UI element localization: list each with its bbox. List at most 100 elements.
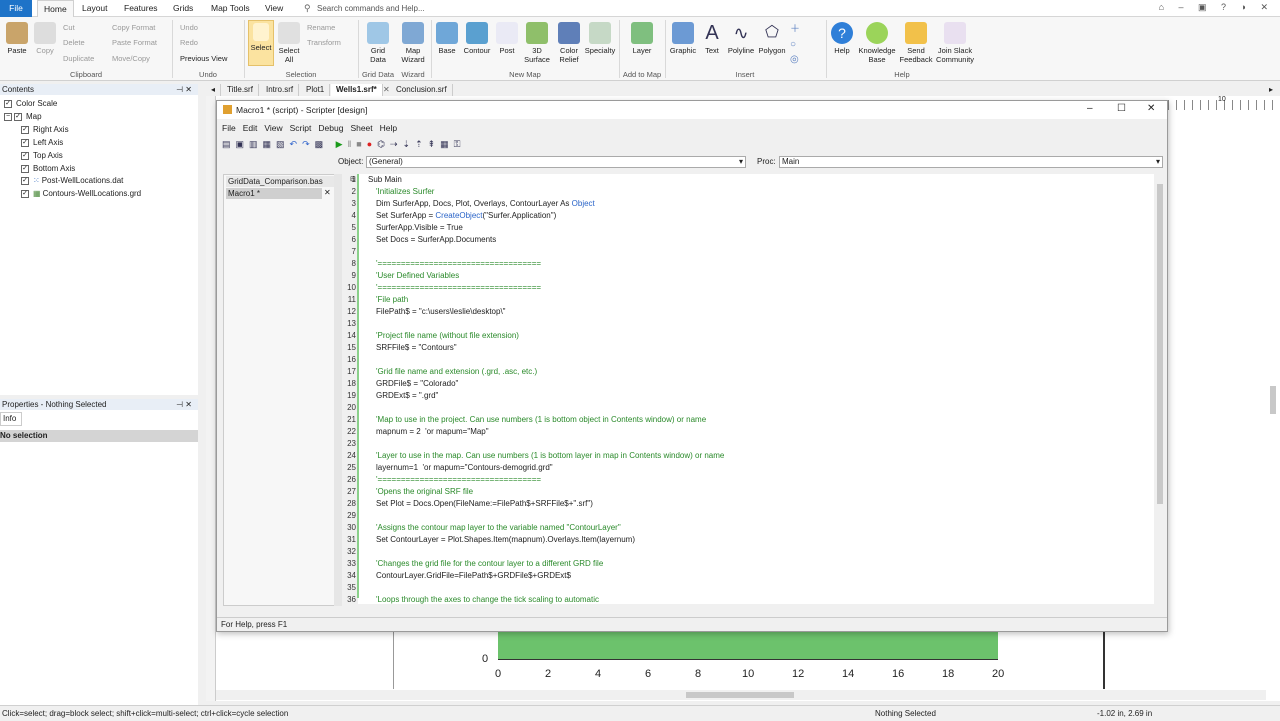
panel-pin-close-icon[interactable]: ⊣ ✕: [176, 84, 192, 95]
doc-tab-conclusion[interactable]: Conclusion.srf: [391, 84, 453, 96]
tab-scroll-left-icon[interactable]: ◂: [206, 84, 222, 96]
color-relief-button[interactable]: Color Relief: [555, 22, 583, 64]
tab-view[interactable]: View: [259, 0, 289, 17]
select-all-button[interactable]: Select All: [277, 22, 301, 64]
tree-item-top-axis[interactable]: ✓ Top Axis: [21, 150, 63, 162]
run-icon[interactable]: ▶: [336, 139, 348, 149]
help-button[interactable]: ? Help: [830, 22, 854, 55]
insert-polygon-button[interactable]: ⬠ Polygon: [757, 22, 787, 55]
code-line[interactable]: 'Layer to use in the map. Can use number…: [376, 451, 724, 460]
tab-layout[interactable]: Layout: [76, 0, 114, 17]
checkbox[interactable]: ✓: [21, 138, 29, 147]
tab-scroll-right-icon[interactable]: ▸: [1264, 84, 1278, 96]
proc-select[interactable]: Main ▾: [779, 156, 1163, 168]
tab-grids[interactable]: Grids: [167, 0, 199, 17]
checkbox[interactable]: ✓: [4, 99, 12, 108]
join-slack-button[interactable]: Join Slack Community: [934, 22, 976, 64]
move-copy-button[interactable]: Move/Copy: [112, 54, 150, 64]
breakpoint-icon[interactable]: ●: [367, 139, 377, 149]
duplicate-button[interactable]: Duplicate: [63, 54, 94, 64]
code-horizontal-scrollbar[interactable]: [358, 604, 1154, 614]
copy-button[interactable]: Copy: [33, 22, 57, 55]
scripter-menu-help[interactable]: Help: [380, 123, 397, 133]
code-line[interactable]: 'Map to use in the project. Can use numb…: [376, 415, 706, 424]
send-feedback-button[interactable]: Send Feedback: [899, 22, 933, 64]
scripter-menu-sheet[interactable]: Sheet: [350, 123, 372, 133]
code-line[interactable]: ContourLayer.GridFile=FilePath$+GRDFile$…: [376, 571, 571, 580]
grid-data-button[interactable]: Grid Data: [364, 22, 392, 64]
code-line[interactable]: 'Changes the grid file for the contour l…: [376, 559, 603, 568]
tree-item-right-axis[interactable]: ✓ Right Axis: [21, 124, 69, 136]
checkbox[interactable]: ✓: [14, 112, 22, 121]
splitter[interactable]: [334, 174, 342, 606]
tree-item-post-layer[interactable]: ✓ ⁙ Post-WellLocations.dat: [21, 175, 123, 187]
code-line[interactable]: 'Project file name (without file extensi…: [376, 331, 519, 340]
scripter-menu-script[interactable]: Script: [290, 123, 312, 133]
base-map-button[interactable]: Base: [436, 22, 458, 55]
scripter-menu-debug[interactable]: Debug: [318, 123, 343, 133]
code-line[interactable]: Set Docs = SurferApp.Documents: [376, 235, 496, 244]
code-line[interactable]: 'Loops through the axes to change the ti…: [376, 595, 599, 604]
cut-button[interactable]: Cut: [63, 23, 75, 33]
paste-format-button[interactable]: Paste Format: [112, 38, 157, 48]
checkbox[interactable]: ✓: [21, 125, 29, 134]
add-layer-button[interactable]: Layer: [628, 22, 656, 55]
scrollbar-thumb[interactable]: [686, 692, 794, 698]
contour-fill[interactable]: [498, 629, 998, 659]
module-item-active[interactable]: Macro1 *: [226, 188, 322, 199]
3d-surface-button[interactable]: 3D Surface: [522, 22, 552, 64]
expand-icon[interactable]: −: [4, 112, 12, 121]
tab-home[interactable]: Home: [37, 0, 74, 17]
horizontal-scrollbar[interactable]: [216, 690, 1266, 700]
code-line[interactable]: 'Opens the original SRF file: [376, 487, 473, 496]
tree-item-color-scale[interactable]: ✓ Color Scale: [4, 98, 57, 110]
pause-icon[interactable]: ‖■: [348, 139, 367, 149]
tab-features[interactable]: Features: [118, 0, 164, 17]
delete-button[interactable]: Delete: [63, 38, 85, 48]
minimize-icon[interactable]: –: [1087, 103, 1093, 114]
insert-small-icons[interactable]: ＋ ○ ◎: [790, 22, 800, 67]
window-controls[interactable]: ⌂ – ▣ ? ◑ ✕: [1159, 2, 1274, 13]
code-line[interactable]: 'User Defined Variables: [376, 271, 459, 280]
code-line[interactable]: SRFFile$ = "Contours": [376, 343, 457, 352]
tree-item-left-axis[interactable]: ✓ Left Axis: [21, 137, 63, 149]
scripter-menu-view[interactable]: View: [264, 123, 282, 133]
close-icon[interactable]: ✕: [324, 188, 331, 197]
code-line[interactable]: Sub Main: [368, 175, 402, 184]
code-line[interactable]: '===================================: [376, 259, 541, 268]
doc-tab-intro[interactable]: Intro.srf: [261, 84, 300, 96]
knowledge-base-button[interactable]: Knowledge Base: [856, 22, 898, 64]
close-icon[interactable]: ✕: [1147, 103, 1155, 114]
scripter-title-bar[interactable]: Macro1 * (script) - Scripter [design] – …: [217, 101, 1167, 119]
search-input[interactable]: Search commands and Help...: [317, 2, 447, 15]
specialty-map-button[interactable]: Specialty: [583, 22, 617, 55]
insert-graphic-button[interactable]: Graphic: [668, 22, 698, 55]
code-line[interactable]: GRDFile$ = "Colorado": [376, 379, 458, 388]
redo-button[interactable]: Redo: [180, 38, 198, 48]
panel-pin-close-icon[interactable]: ⊣ ✕: [176, 399, 192, 410]
code-line[interactable]: Set SurferApp = CreateObject("Surfer.App…: [376, 211, 556, 220]
doc-tab-plot1[interactable]: Plot1: [301, 84, 331, 96]
code-line[interactable]: 'Grid file name and extension (.grd, .as…: [376, 367, 537, 376]
checkbox[interactable]: ✓: [21, 164, 29, 173]
code-line[interactable]: GRDExt$ = ".grd": [376, 391, 438, 400]
tree-item-bottom-axis[interactable]: ✓ Bottom Axis: [21, 163, 75, 175]
code-line[interactable]: '===================================: [376, 283, 541, 292]
checkbox[interactable]: ✓: [21, 151, 29, 160]
map-wizard-button[interactable]: Map Wizard: [398, 22, 428, 64]
checkbox[interactable]: ✓: [21, 176, 29, 185]
transform-button[interactable]: Transform: [307, 38, 341, 48]
checkbox[interactable]: ✓: [21, 189, 29, 198]
doc-tab-title[interactable]: Title.srf: [222, 84, 259, 96]
code-line[interactable]: Set Plot = Docs.Open(FileName:=FilePath$…: [376, 499, 593, 508]
insert-text-button[interactable]: A Text: [701, 22, 723, 55]
tab-map-tools[interactable]: Map Tools: [205, 0, 256, 17]
code-line[interactable]: 'File path: [376, 295, 408, 304]
scrollbar-thumb[interactable]: [1157, 184, 1163, 504]
rename-button[interactable]: Rename: [307, 23, 335, 33]
module-item[interactable]: GridData_Comparison.bas: [226, 176, 334, 187]
copy-format-button[interactable]: Copy Format: [112, 23, 155, 33]
code-line[interactable]: Dim SurferApp, Docs, Plot, Overlays, Con…: [376, 199, 595, 208]
tab-file[interactable]: File: [0, 0, 32, 17]
undo-icon[interactable]: ↶↷: [290, 139, 315, 149]
